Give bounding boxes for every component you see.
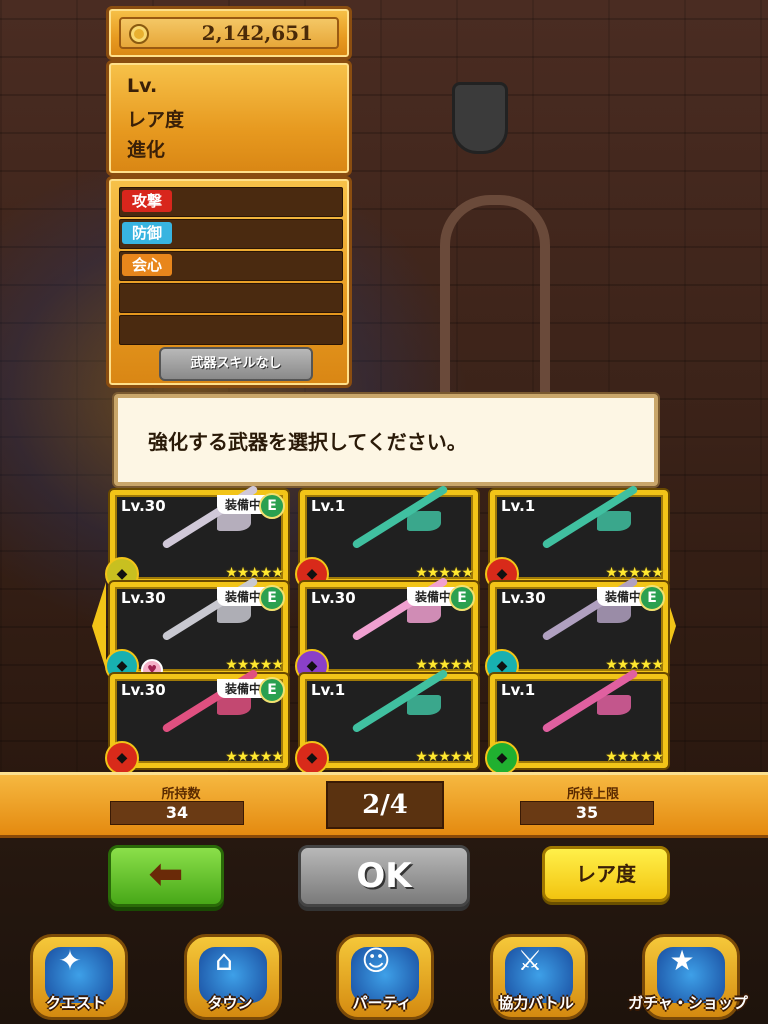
nav-town[interactable]: ⌂ タウン bbox=[178, 934, 282, 1022]
quest-icon: ✦ bbox=[58, 944, 82, 977]
equipped-badge: 装備中 bbox=[216, 495, 265, 514]
fire-icon: ◆ bbox=[295, 741, 329, 775]
weapon-head-image bbox=[217, 511, 251, 531]
weapon-level: Lv.1 bbox=[311, 681, 346, 699]
equipped-e-icon: E bbox=[259, 585, 285, 611]
critical-row: 会心 bbox=[119, 251, 343, 281]
defense-label: 防御 bbox=[122, 222, 173, 244]
background-arch bbox=[440, 195, 550, 405]
rarity-stars: ★★★★★ bbox=[415, 749, 474, 765]
weapon-level: Lv.1 bbox=[501, 497, 536, 515]
coin-icon bbox=[129, 24, 149, 44]
equipped-badge: 装備中 bbox=[216, 587, 265, 606]
party-icon: ☺ bbox=[361, 944, 391, 977]
weapon-card[interactable]: Lv.30 装備中 E ★★★★★ ◆ bbox=[295, 576, 478, 683]
weapon-head-image bbox=[597, 511, 631, 531]
weapon-head-image bbox=[597, 695, 631, 715]
weapon-level: Lv.30 bbox=[121, 497, 166, 515]
rarity-sort-button[interactable]: レア度 bbox=[542, 846, 670, 902]
currency-display: 2,142,651 bbox=[119, 17, 339, 49]
nav-label: クエスト bbox=[45, 994, 106, 1012]
weapon-stats-panel: 攻撃 防御 会心 武器スキルなし bbox=[106, 176, 352, 388]
equipped-e-icon: E bbox=[259, 493, 285, 519]
nav-quest[interactable]: ✦ クエスト bbox=[24, 934, 128, 1022]
weapon-skill-button[interactable]: 武器スキルなし bbox=[159, 347, 313, 381]
back-button[interactable]: ⬅ bbox=[108, 845, 224, 907]
weapon-level: Lv.30 bbox=[311, 589, 356, 607]
weapon-card[interactable]: Lv.1 ★★★★★ ◆ bbox=[485, 484, 668, 591]
equipped-e-icon: E bbox=[639, 585, 665, 611]
weapon-level: Lv.1 bbox=[311, 497, 346, 515]
gacha-shop-icon: ★ bbox=[669, 944, 695, 977]
instruction-text: 強化する武器を選択してください。 bbox=[148, 430, 467, 454]
currency-panel: 2,142,651 bbox=[106, 6, 352, 60]
limit-value: 35 bbox=[520, 801, 654, 825]
limit-label: 所持上限 bbox=[566, 787, 619, 802]
rarity-stars: ★★★★★ bbox=[605, 749, 664, 765]
nav-gacha-shop[interactable]: ★ ガチャ・ショップ bbox=[628, 934, 748, 1022]
nav-label: タウン bbox=[207, 994, 253, 1012]
nav-party[interactable]: ☺ パーティ bbox=[330, 934, 434, 1022]
inventory-status-bar: 所持数 34 2/4 所持上限 35 bbox=[0, 772, 768, 838]
weapon-level: Lv.30 bbox=[121, 681, 166, 699]
nav-label: 協力バトル bbox=[498, 994, 574, 1012]
equipped-e-icon: E bbox=[259, 677, 285, 703]
weapon-card[interactable]: Lv.1 ★★★★★ ◆ bbox=[485, 668, 668, 775]
nav-label: ガチャ・ショップ bbox=[628, 994, 748, 1012]
owned-count-value: 34 bbox=[110, 801, 244, 825]
weapon-head-image bbox=[217, 695, 251, 715]
attack-label: 攻撃 bbox=[122, 190, 173, 212]
nav-label: パーティ bbox=[352, 994, 412, 1012]
nav-coop-battle[interactable]: ⚔ 協力バトル bbox=[484, 934, 588, 1022]
weapon-level: Lv.30 bbox=[501, 589, 546, 607]
critical-label: 会心 bbox=[122, 254, 173, 276]
fire-icon: ◆ bbox=[105, 741, 139, 775]
weapon-card[interactable]: Lv.30 装備中 E ★★★★★ ◆ bbox=[485, 576, 668, 683]
weapon-card[interactable]: Lv.30 装備中 E ★★★★★ ◆ bbox=[105, 668, 288, 775]
weapon-level: Lv.1 bbox=[501, 681, 536, 699]
equipped-e-icon: E bbox=[449, 585, 475, 611]
weapon-card[interactable]: Lv.30 装備中 E ★★★★★ ◆ ♥ bbox=[105, 576, 288, 683]
weapon-head-image bbox=[407, 603, 441, 623]
empty-stat-row bbox=[119, 283, 343, 313]
attack-row: 攻撃 bbox=[119, 187, 343, 217]
weapon-card[interactable]: Lv.1 ★★★★★ ◆ bbox=[295, 484, 478, 591]
defense-row: 防御 bbox=[119, 219, 343, 249]
rarity-label: レア度 bbox=[127, 109, 185, 131]
rarity-stars: ★★★★★ bbox=[225, 749, 284, 765]
level-label: Lv. bbox=[127, 75, 158, 97]
weapon-head-image bbox=[407, 511, 441, 531]
empty-stat-row bbox=[119, 315, 343, 345]
equipped-badge: 装備中 bbox=[216, 679, 265, 698]
weapon-card[interactable]: Lv.1 ★★★★★ ◆ bbox=[295, 668, 478, 775]
owned-count-label: 所持数 bbox=[161, 787, 201, 802]
evolution-label: 進化 bbox=[127, 139, 166, 161]
weapon-card[interactable]: Lv.30 装備中 E ★★★★★ ◆ bbox=[105, 484, 288, 591]
background-shield bbox=[452, 82, 508, 154]
nature-icon: ◆ bbox=[485, 741, 519, 775]
coop-battle-icon: ⚔ bbox=[517, 944, 543, 977]
weapon-head-image bbox=[597, 603, 631, 623]
instruction-box: 強化する武器を選択してください。 bbox=[114, 394, 658, 486]
page-indicator: 2/4 bbox=[326, 781, 444, 829]
town-icon: ⌂ bbox=[215, 944, 233, 977]
ok-button[interactable]: OK bbox=[298, 845, 470, 907]
weapon-head-image bbox=[217, 603, 251, 623]
weapon-info-panel: Lv. レア度 進化 bbox=[106, 60, 352, 176]
equipped-badge: 装備中 bbox=[406, 587, 455, 606]
equipped-badge: 装備中 bbox=[596, 587, 645, 606]
prev-page-arrow[interactable] bbox=[92, 582, 106, 670]
weapon-head-image bbox=[407, 695, 441, 715]
currency-value: 2,142,651 bbox=[201, 21, 313, 45]
back-arrow-icon: ⬅ bbox=[148, 849, 184, 898]
weapon-level: Lv.30 bbox=[121, 589, 166, 607]
